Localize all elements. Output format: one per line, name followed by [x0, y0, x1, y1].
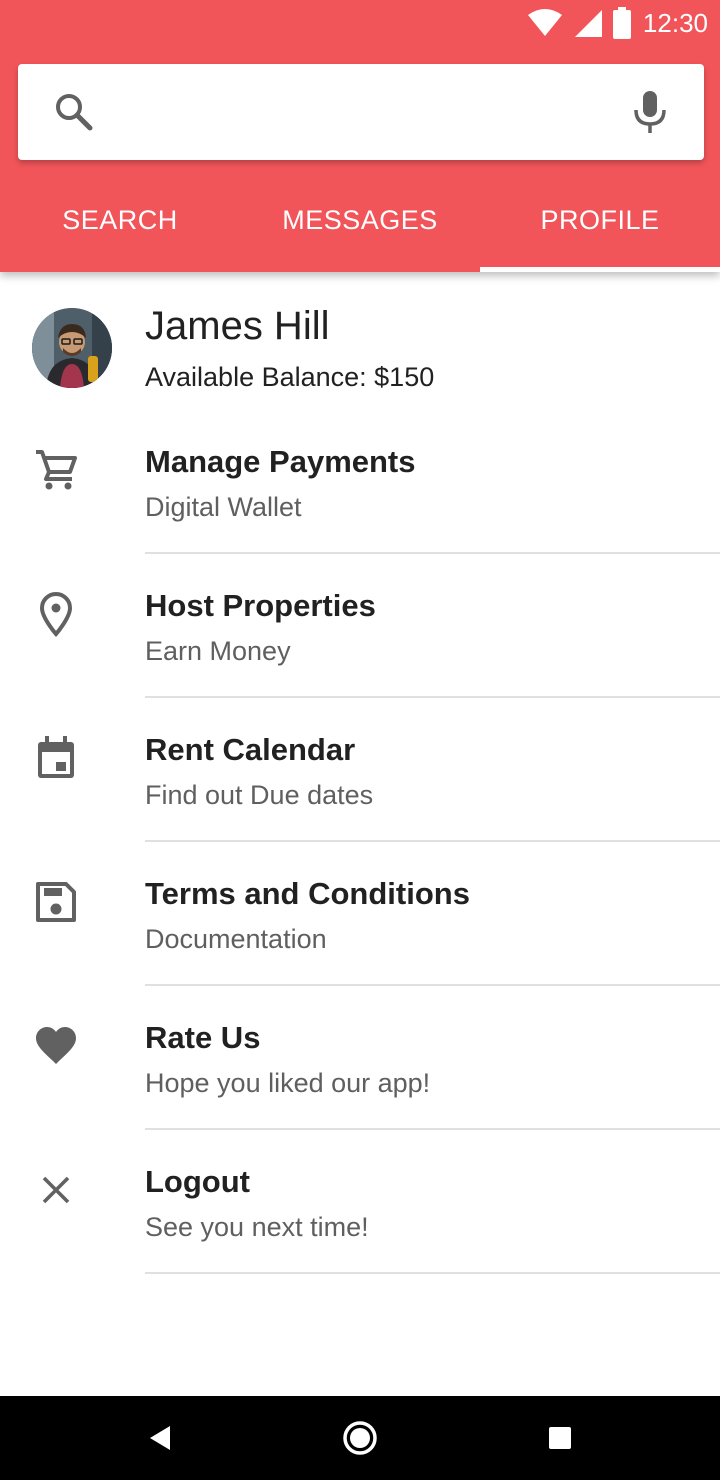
search-icon[interactable] — [54, 92, 94, 132]
system-nav-bar — [0, 1396, 720, 1480]
search-bar[interactable] — [18, 64, 704, 160]
cart-icon — [32, 446, 80, 494]
heart-icon — [32, 1022, 80, 1070]
menu-item-host-properties[interactable]: Host Properties Earn Money — [0, 554, 720, 698]
search-input[interactable] — [118, 88, 598, 136]
menu-item-title: Rent Calendar — [145, 732, 356, 767]
tab-label: SEARCH — [62, 204, 178, 235]
menu-item-title: Logout — [145, 1164, 251, 1199]
menu-item-rent-calendar[interactable]: Rent Calendar Find out Due dates — [0, 698, 720, 842]
calendar-icon — [32, 734, 80, 782]
battery-icon — [612, 7, 631, 39]
profile-header[interactable]: James Hill Available Balance: $150 — [0, 292, 720, 402]
menu-item-title: Manage Payments — [145, 444, 416, 479]
status-bar: 12:30 — [0, 0, 720, 48]
menu-item-subtitle: Digital Wallet — [145, 492, 302, 522]
menu-item-subtitle: Find out Due dates — [145, 780, 374, 810]
close-icon — [32, 1166, 80, 1214]
menu-item-title: Host Properties — [145, 588, 376, 623]
mic-icon[interactable] — [632, 90, 668, 134]
tab-profile[interactable]: PROFILE — [480, 178, 720, 272]
menu-item-logout[interactable]: Logout See you next time! — [0, 1130, 720, 1274]
menu-item-title: Terms and Conditions — [145, 876, 470, 911]
menu-item-rate-us[interactable]: Rate Us Hope you liked our app! — [0, 986, 720, 1130]
menu-item-terms-and-conditions[interactable]: Terms and Conditions Documentation — [0, 842, 720, 986]
avatar[interactable] — [32, 308, 112, 388]
save-icon — [32, 878, 80, 926]
divider — [145, 1272, 720, 1274]
tab-bar: SEARCH MESSAGES PROFILE — [0, 178, 720, 272]
tab-label: PROFILE — [540, 204, 660, 235]
profile-name: James Hill — [145, 304, 330, 348]
profile-menu: Manage Payments Digital Wallet Host Prop… — [0, 410, 720, 1274]
menu-item-title: Rate Us — [145, 1020, 261, 1055]
back-icon[interactable] — [140, 1418, 180, 1458]
menu-item-manage-payments[interactable]: Manage Payments Digital Wallet — [0, 410, 720, 554]
tab-messages[interactable]: MESSAGES — [240, 178, 480, 272]
status-time: 12:30 — [642, 7, 708, 38]
tab-label: MESSAGES — [282, 204, 438, 235]
menu-item-subtitle: Hope you liked our app! — [145, 1068, 431, 1098]
location-pin-icon — [32, 590, 80, 638]
profile-balance: Available Balance: $150 — [145, 362, 435, 392]
home-icon[interactable] — [340, 1418, 380, 1458]
menu-item-subtitle: Earn Money — [145, 636, 291, 666]
menu-item-subtitle: Documentation — [145, 924, 327, 954]
app-bar: 12:30 SEARCH MESSAGES PROFILE — [0, 0, 720, 272]
tab-search[interactable]: SEARCH — [0, 178, 240, 272]
cell-signal-icon — [573, 8, 603, 38]
recents-icon[interactable] — [540, 1418, 580, 1458]
wifi-icon — [527, 9, 563, 37]
menu-item-subtitle: See you next time! — [145, 1212, 369, 1242]
